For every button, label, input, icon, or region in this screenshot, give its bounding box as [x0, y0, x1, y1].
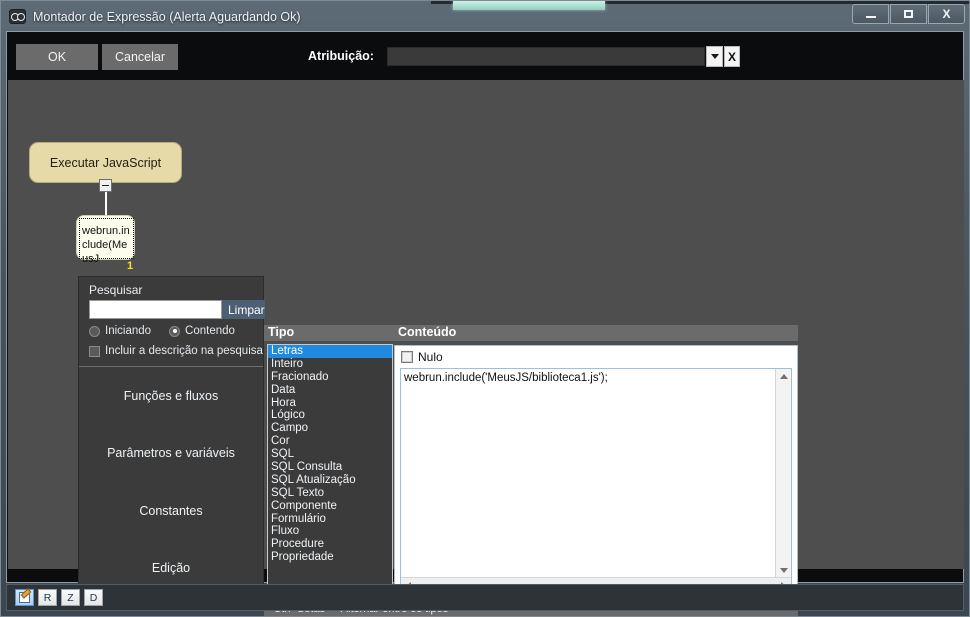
window-title: Montador de Expressão (Alerta Aguardando…	[33, 9, 301, 24]
tipo-item[interactable]: SQL Atualização	[268, 474, 392, 487]
radio-iniciando-label: Iniciando	[105, 325, 152, 337]
window-controls: X	[852, 4, 965, 24]
tipo-column-header: Tipo	[264, 325, 394, 341]
clear-attribution-button[interactable]: X	[724, 46, 740, 67]
tipo-list[interactable]: Letras Inteiro Fracionado Data Hora Lógico Cam…	[267, 344, 393, 591]
tipo-item[interactable]: Fluxo	[268, 525, 392, 538]
attribution-combobox[interactable]	[387, 47, 705, 66]
search-input[interactable]	[89, 300, 222, 319]
attribution-label: Atribuição:	[308, 49, 374, 63]
tipo-item[interactable]: Lógico	[268, 409, 392, 422]
tipo-item[interactable]: Cor	[268, 435, 392, 448]
conteudo-column-header: Conteúdo	[394, 325, 798, 341]
include-description-label: Incluir a descrição na pesquisa	[105, 345, 263, 357]
clear-search-button[interactable]: Limpar	[222, 300, 265, 319]
category-item-parametros-e-variaveis[interactable]: Parâmetros e variáveis	[79, 425, 263, 483]
tipo-item[interactable]: Componente	[268, 500, 392, 513]
expression-editor: webrun.include('MeusJS/biblioteca1.js');	[400, 368, 792, 593]
radio-contendo-label: Contendo	[185, 325, 235, 337]
tipo-item[interactable]: SQL Consulta	[268, 461, 392, 474]
minimize-icon	[865, 16, 876, 18]
maximize-icon	[904, 10, 913, 18]
close-button[interactable]: X	[928, 4, 965, 24]
z-mode-button[interactable]: Z	[61, 589, 80, 606]
category-item-funcoes-e-fluxos[interactable]: Funções e fluxos	[79, 367, 263, 425]
tipo-item[interactable]: SQL	[268, 448, 392, 461]
include-description-row: Incluir a descrição na pesquisa	[89, 345, 263, 357]
statusbar: R Z D	[6, 584, 964, 611]
titlebar: Montador de Expressão (Alerta Aguardando…	[1, 3, 969, 30]
tipo-item[interactable]: Fracionado	[268, 371, 392, 384]
d-mode-button[interactable]: D	[84, 589, 103, 606]
null-checkbox-label: Nulo	[418, 350, 443, 364]
include-description-checkbox[interactable]	[89, 345, 100, 357]
tipo-item[interactable]: Propriedade	[268, 551, 392, 564]
tipo-item[interactable]: Letras	[268, 345, 392, 358]
search-panel: Pesquisar Limpar Iniciando Contendo Incl…	[78, 276, 265, 598]
scroll-up-icon[interactable]	[780, 374, 788, 379]
flow-node-count: 1	[127, 260, 134, 272]
r-mode-button[interactable]: R	[38, 589, 57, 606]
chevron-glyph	[710, 54, 719, 59]
category-item-constantes[interactable]: Constantes	[79, 482, 263, 540]
tipo-item[interactable]: Campo	[268, 422, 392, 435]
flow-node-executar-javascript[interactable]: Executar JavaScript	[29, 142, 182, 183]
ok-button[interactable]: OK	[16, 44, 98, 70]
scroll-down-icon[interactable]	[780, 568, 788, 573]
app-icon	[9, 9, 26, 24]
radio-iniciando[interactable]	[89, 325, 100, 337]
chevron-down-icon[interactable]	[706, 46, 723, 67]
minus-icon[interactable]	[99, 179, 112, 192]
dialog-toolbar: OK Cancelar Atribuição: X	[7, 32, 963, 80]
tipo-item[interactable]: Data	[268, 384, 392, 397]
application-window: Montador de Expressão (Alerta Aguardando…	[0, 0, 970, 617]
minus-glyph	[102, 184, 109, 187]
flow-canvas: Executar JavaScript webrun.include(MeusJ…	[8, 80, 964, 616]
tipo-item[interactable]: Formulário	[268, 513, 392, 526]
category-list: Funções e fluxos Parâmetros e variáveis …	[79, 366, 263, 597]
tipo-item[interactable]: SQL Texto	[268, 487, 392, 500]
tipo-item[interactable]: Procedure	[268, 538, 392, 551]
flow-node-child-label: webrun.include(MeusJ	[79, 218, 134, 265]
null-checkbox-row: Nulo	[401, 350, 443, 364]
tipo-item[interactable]: Inteiro	[268, 358, 392, 371]
tipo-item[interactable]: Hora	[268, 397, 392, 410]
search-label: Pesquisar	[89, 283, 143, 297]
null-checkbox[interactable]	[401, 351, 413, 363]
maximize-button[interactable]	[890, 4, 927, 24]
edit-mode-button[interactable]	[15, 589, 34, 606]
minimize-button[interactable]	[852, 4, 889, 24]
editor-vertical-scrollbar[interactable]	[775, 369, 791, 578]
dialog-client-area: OK Cancelar Atribuição: X Executar JavaS…	[6, 31, 964, 616]
radio-contendo[interactable]	[169, 325, 181, 337]
expression-editor-text[interactable]: webrun.include('MeusJS/biblioteca1.js');	[404, 372, 772, 567]
conteudo-panel: Nulo webrun.include('MeusJS/biblioteca1.…	[394, 345, 798, 599]
search-mode-radios: Iniciando Contendo	[89, 325, 235, 337]
flow-node-child[interactable]: webrun.include(MeusJ	[76, 215, 135, 265]
edit-pencil-icon	[19, 592, 30, 603]
cancel-button[interactable]: Cancelar	[102, 44, 178, 70]
